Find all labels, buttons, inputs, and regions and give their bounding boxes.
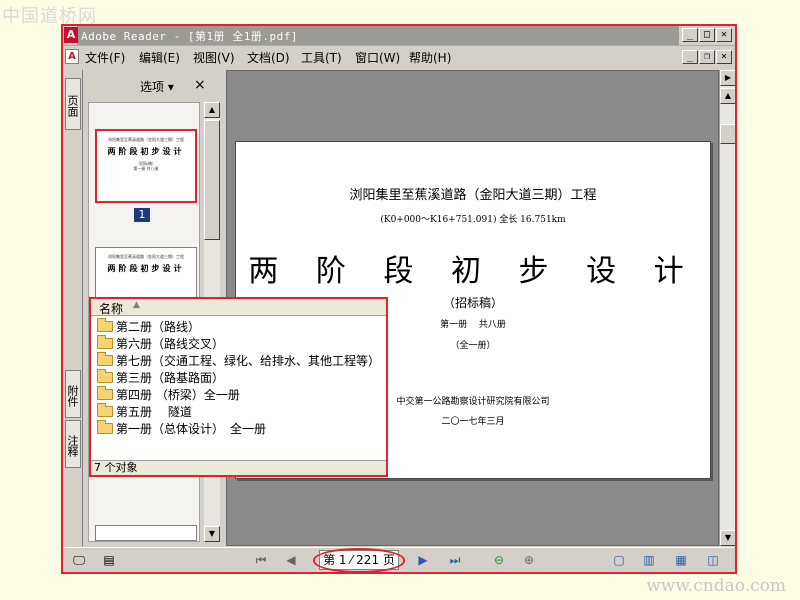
page-indicator-highlight [313,548,405,572]
thumb-title: 两阶段初步设计 [107,146,185,156]
folder-item[interactable]: 第三册（路基路面） [97,369,387,387]
folder-item[interactable]: 第五册 隧道 [97,403,387,421]
thumb-line3: 第一册 共八册 [133,166,159,171]
scroll-thumb[interactable] [204,120,220,240]
scroll-down-icon[interactable]: ▼ [204,526,220,542]
first-page-icon[interactable]: ⏮ [251,551,271,569]
folder-name: 第一册（总体设计） 全一册 [116,422,267,436]
doc-scroll-up-icon[interactable]: ▲ [720,88,735,104]
facing-icon[interactable]: ▦ [671,551,691,569]
folder-icon [97,335,113,349]
page-number-label: 1 [134,208,150,222]
folder-name: 第二册（路线） [116,320,201,334]
page-thumbnail-3[interactable] [95,525,197,541]
window-title: Adobe Reader - [第1册 全1册.pdf] [81,30,298,43]
menu-file[interactable]: 文件(F) [85,49,125,66]
folder-name: 第五册 隧道 [116,405,192,419]
url-watermark: www.cndao.com [646,576,786,596]
tab-comments[interactable]: 注释 [65,420,81,468]
folder-item[interactable]: 第二册（路线） [97,318,387,336]
doc-restore-button[interactable]: ❐ [699,50,715,64]
doc-scroll-thumb[interactable] [720,124,735,144]
title-bar: A Adobe Reader - [第1册 全1册.pdf] _ □ ✕ [63,26,735,46]
folder-item[interactable]: 第一册（总体设计） 全一册 [97,420,387,438]
menu-edit[interactable]: 编辑(E) [139,49,180,66]
folder-icon [97,420,113,434]
continuous-icon[interactable]: ▥ [639,551,659,569]
go-back-icon[interactable]: ⊖ [489,551,509,569]
tab-pages[interactable]: 页面 [65,78,81,130]
go-forward-icon[interactable]: ⊕ [519,551,539,569]
scroll-up-icon[interactable]: ▲ [204,102,220,118]
menu-help[interactable]: 帮助(H) [409,49,451,66]
folder-icon [97,318,113,332]
menu-document[interactable]: 文档(D) [247,49,290,66]
folder-icon [97,352,113,366]
close-button[interactable]: ✕ [716,28,732,42]
thumb-line1: 浏阳集里至蕉溪道路（金阳大道三期）工程 [108,137,184,142]
panel-close-icon[interactable]: × [194,77,206,93]
menu-view[interactable]: 视图(V) [193,49,235,66]
folder-icon [97,369,113,383]
folder-list: 第二册（路线） 第六册（路线交叉） 第七册（交通工程、绿化、给排水、其他工程等）… [97,318,387,438]
folder-item[interactable]: 第七册（交通工程、绿化、给排水、其他工程等） [97,352,387,370]
folder-name: 第三册（路基路面） [116,371,225,385]
maximize-button[interactable]: □ [699,28,715,42]
previous-page-icon[interactable]: ◀ [281,551,301,569]
thumb2-line1: 浏阳集里至蕉溪道路（金阳大道三期）工程 [108,254,184,259]
folder-item[interactable]: 第六册（路线交叉） [97,335,387,353]
name-column-label: 名称 [99,302,124,316]
doc-scroll-down-icon[interactable]: ▼ [720,530,735,546]
navigation-tab-strip: 页面 附件 注释 [63,70,83,546]
column-header[interactable]: 名称 ▲ [91,299,386,316]
thumb2-title: 两阶段初步设计 [107,263,185,273]
folder-name: 第六册（路线交叉） [116,337,225,351]
menu-bar: A 文件(F) 编辑(E) 视图(V) 文档(D) 工具(T) 窗口(W) 帮助… [63,47,735,67]
project-name: 浏阳集里至蕉溪道路（金阳大道三期）工程 [349,188,597,203]
navigation-bar: 🖵 ▤ ⏮ ◀ 第 1 ⁄ 221 页 ▶ ⏭ ⊖ ⊕ ▢ ▥ ▦ ◫ [63,547,735,572]
options-dropdown[interactable]: 选项 ▾ [140,78,174,95]
document-title: 两 阶 段 初 步 设 计 [248,254,698,289]
minimize-button[interactable]: _ [682,28,698,42]
sort-arrow-icon: ▲ [133,300,140,310]
tab-attachments[interactable]: 附件 [65,370,81,418]
folder-item[interactable]: 第四册 （桥梁）全一册 [97,386,387,404]
single-page-icon[interactable]: ▢ [609,551,629,569]
page-right-icon[interactable]: ▶ [720,70,735,86]
document-scrollbar[interactable]: ▶ ▲ ▼ [719,70,735,546]
menu-tools[interactable]: 工具(T) [301,49,342,66]
folder-name: 第四册 （桥梁）全一册 [116,388,240,402]
adobe-logo-icon: A [64,27,78,43]
page-layout-icon[interactable]: ▤ [99,551,119,569]
folder-name: 第七册（交通工程、绿化、给排水、其他工程等） [116,354,381,368]
doc-close-button[interactable]: ✕ [716,50,732,64]
page-thumbnail-1[interactable]: 浏阳集里至蕉溪道路（金阳大道三期）工程 两阶段初步设计 （招标稿） 第一册 共八… [95,129,197,203]
menu-window[interactable]: 窗口(W) [355,49,400,66]
chainage-range: (K0+000～K16+751.091) 全长 16.751km [380,215,566,225]
continuous-facing-icon[interactable]: ◫ [703,551,723,569]
next-page-icon[interactable]: ▶ [413,551,433,569]
monitor-icon[interactable]: 🖵 [69,551,89,569]
doc-minimize-button[interactable]: _ [682,50,698,64]
folder-icon [97,386,113,400]
document-icon[interactable]: A [65,49,79,64]
last-page-icon[interactable]: ⏭ [445,551,465,569]
folder-icon [97,403,113,417]
object-count-status: 7 个对象 [91,460,386,475]
folder-list-window: 名称 ▲ 第二册（路线） 第六册（路线交叉） 第七册（交通工程、绿化、给排水、其… [89,297,388,477]
